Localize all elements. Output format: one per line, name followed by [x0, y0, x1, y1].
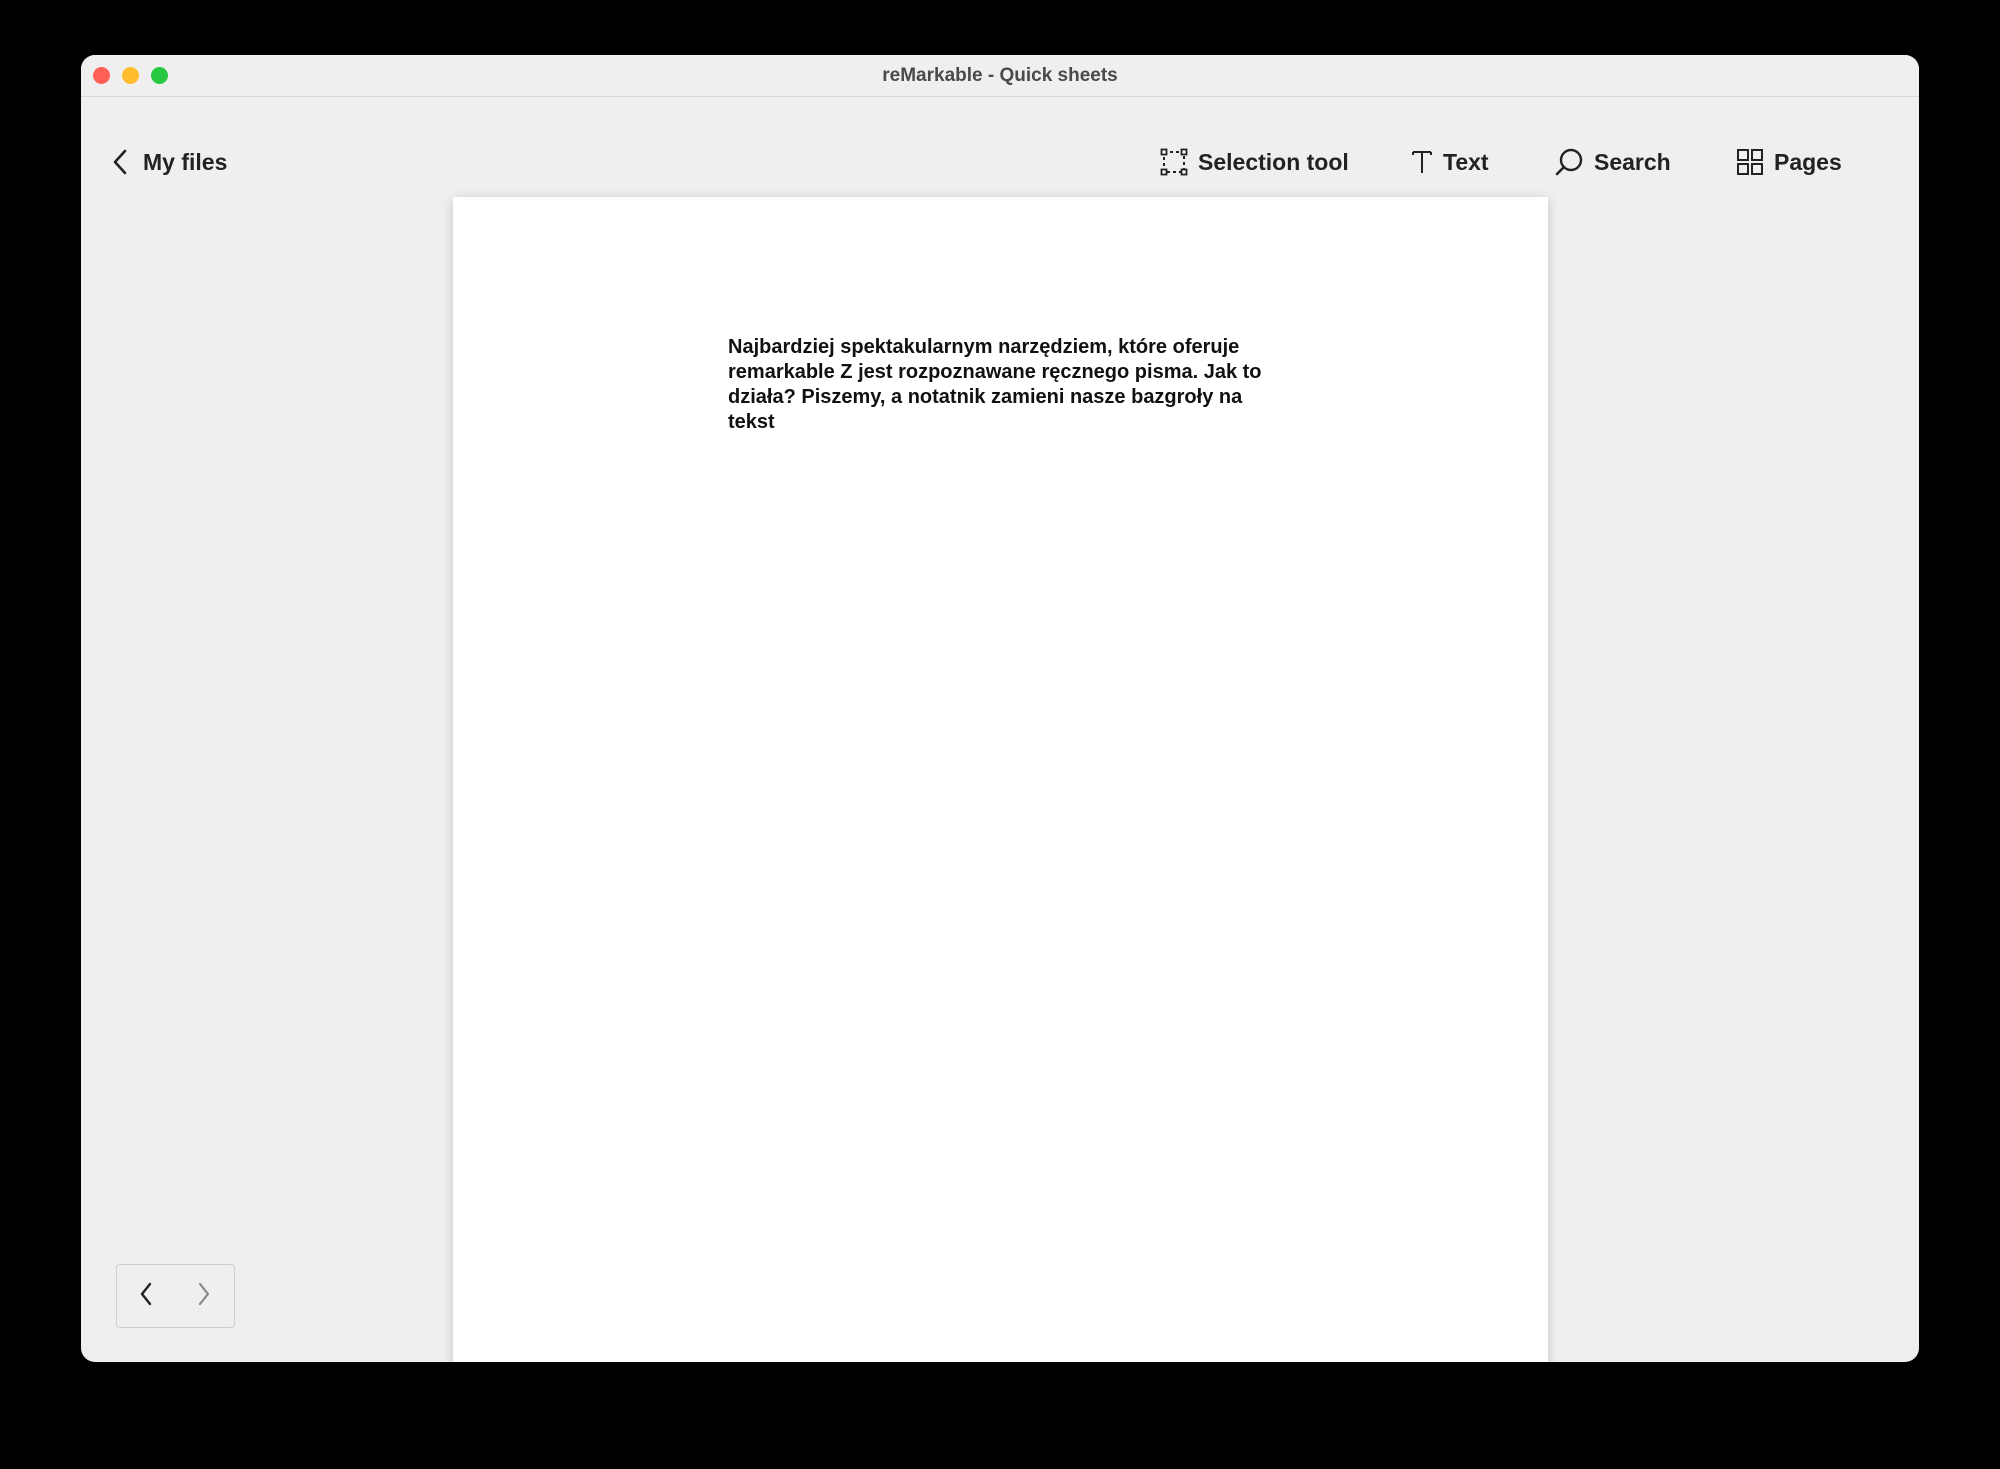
back-label: My files [143, 148, 228, 175]
page-navigation [116, 1264, 235, 1328]
document-text[interactable]: Najbardziej spektakularnym narzędziem, k… [728, 335, 1288, 435]
app-window: reMarkable - Quick sheets My files Selec… [81, 55, 1919, 1362]
selection-marquee-icon [1160, 148, 1188, 176]
pages-label: Pages [1774, 148, 1842, 175]
title-bar: reMarkable - Quick sheets [81, 55, 1919, 97]
selection-tool-button[interactable]: Selection tool [1160, 142, 1349, 182]
search-icon [1554, 147, 1584, 177]
chevron-right-icon [196, 1281, 212, 1312]
back-to-my-files-button[interactable]: My files [111, 142, 227, 182]
chevron-left-icon [111, 148, 129, 176]
text-cursor-icon [1411, 148, 1433, 176]
search-label: Search [1594, 148, 1671, 175]
search-button[interactable]: Search [1554, 142, 1671, 182]
previous-page-button[interactable] [117, 1266, 175, 1326]
selection-tool-label: Selection tool [1198, 148, 1349, 175]
window-title: reMarkable - Quick sheets [882, 65, 1118, 86]
toolbar: My files Selection tool Text Search Page… [81, 97, 1919, 207]
pages-button[interactable]: Pages [1736, 142, 1842, 182]
document-page[interactable]: Najbardziej spektakularnym narzędziem, k… [453, 197, 1548, 1362]
next-page-button[interactable] [175, 1266, 233, 1326]
text-tool-button[interactable]: Text [1411, 142, 1489, 182]
chevron-left-icon [138, 1281, 154, 1312]
text-tool-label: Text [1443, 148, 1489, 175]
grid-icon [1736, 148, 1764, 176]
